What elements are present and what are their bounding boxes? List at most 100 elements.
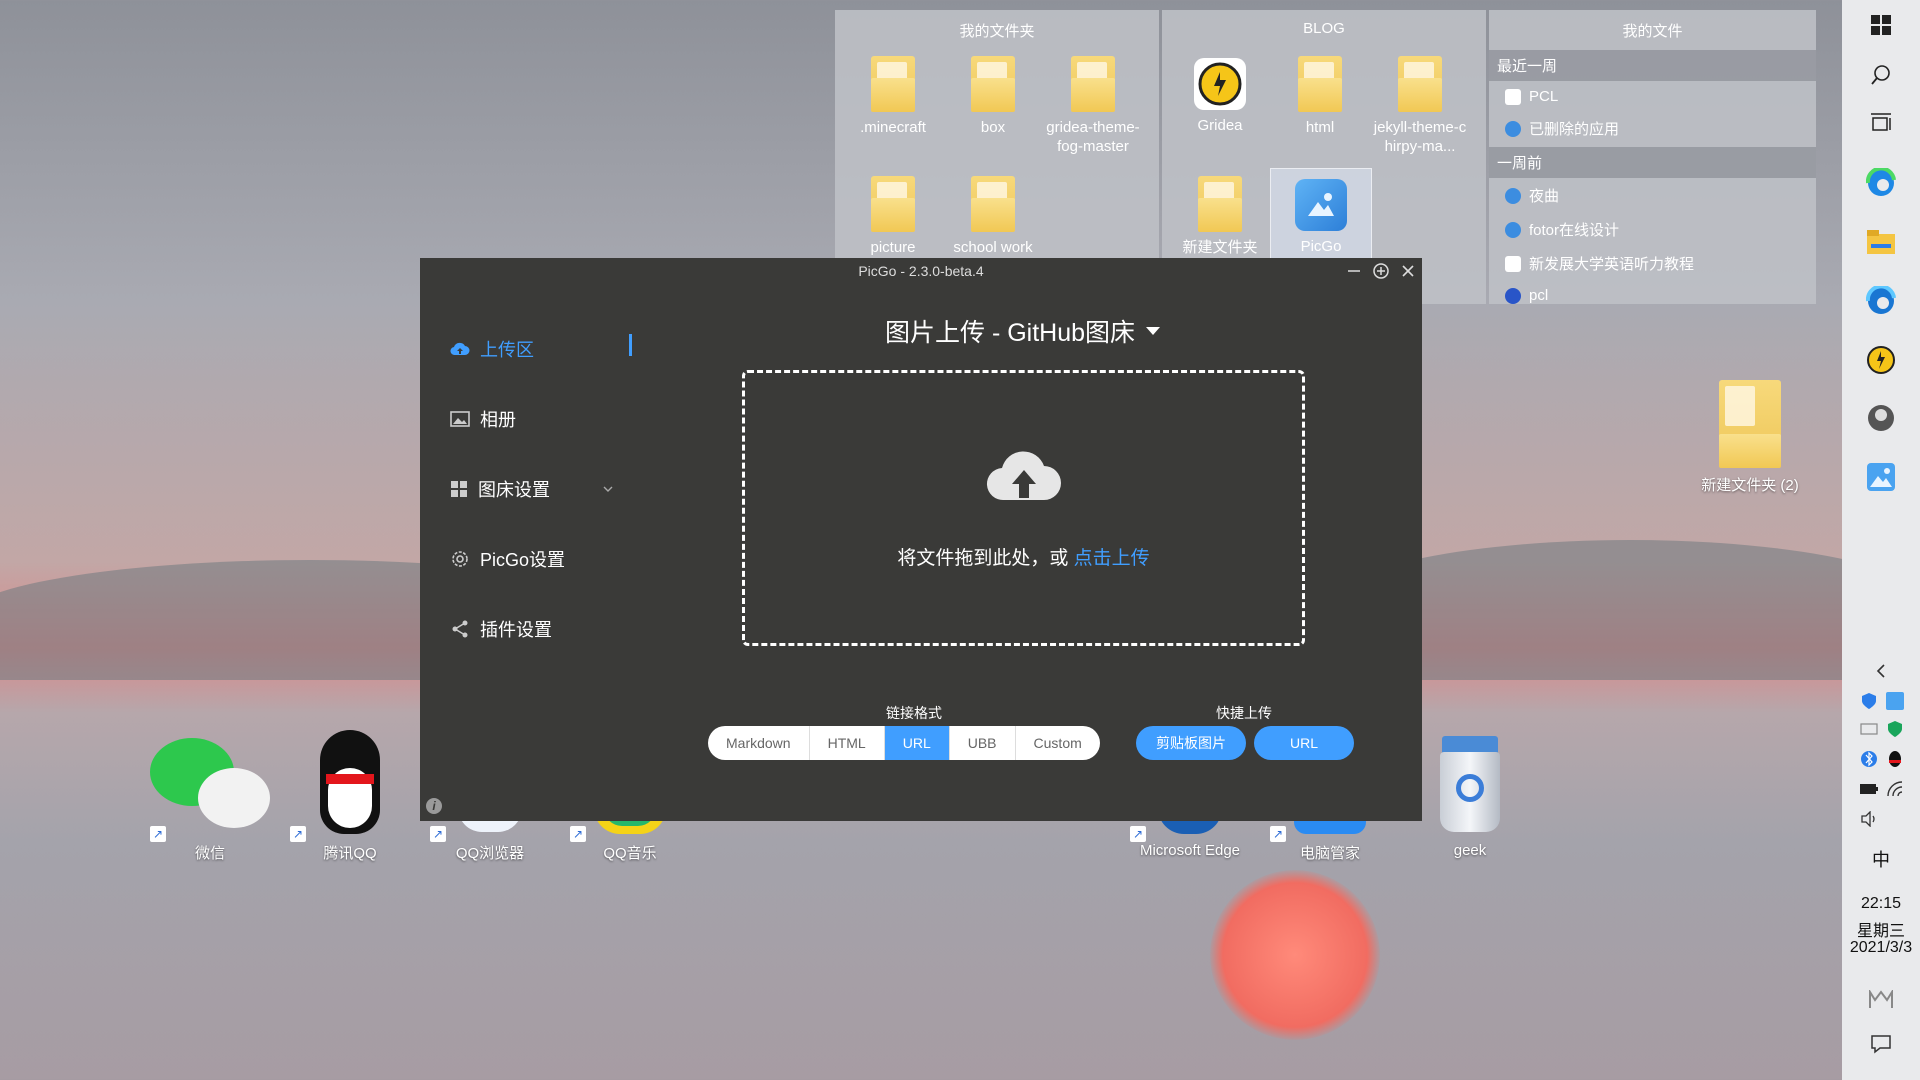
chevron-left-icon[interactable]	[1870, 660, 1892, 682]
caret-down-icon	[1146, 327, 1161, 335]
folder-icon	[1719, 380, 1781, 468]
recycle-bin-icon	[1410, 730, 1530, 834]
click-upload-link[interactable]: 点击上传	[1074, 548, 1150, 569]
group-header: 一周前	[1489, 147, 1816, 178]
folder-icon	[1071, 56, 1115, 112]
folder-icon	[1198, 176, 1242, 232]
shortcut-arrow-icon: ↗	[430, 826, 446, 842]
panel-title: 我的文件夹	[959, 23, 1035, 40]
desktop-wechat[interactable]: ↗ 微信	[150, 730, 270, 863]
file-icon	[1505, 88, 1521, 105]
quick-upload-label: 快捷上传	[1216, 705, 1272, 721]
qq-tray-icon[interactable]	[1884, 748, 1906, 770]
picgo-icon[interactable]	[1864, 460, 1898, 494]
edge-beta-icon[interactable]	[1864, 284, 1898, 318]
recent-item[interactable]: fotor在线设计	[1489, 212, 1816, 246]
clipboard-upload-button[interactable]: 剪贴板图片	[1136, 726, 1246, 760]
panel-my-files: 我的文件 最近一周 PCL 已删除的应用 一周前 夜曲 fotor在线设计 新发…	[1489, 10, 1816, 304]
panel-title: BLOG	[1303, 20, 1345, 37]
volume-icon[interactable]	[1858, 808, 1880, 830]
image-icon	[450, 411, 470, 427]
cloud-upload-icon	[450, 342, 470, 356]
folder-icon	[971, 56, 1015, 112]
grid-icon	[451, 481, 467, 497]
clock-date[interactable]: 2021/3/3	[1842, 939, 1920, 957]
close-button[interactable]	[1397, 260, 1419, 282]
drop-zone[interactable]: 将文件拖到此处，或 点击上传	[742, 370, 1305, 646]
format-custom[interactable]: Custom	[1016, 726, 1100, 760]
wechat-icon	[150, 730, 270, 834]
clock-weekday[interactable]: 星期三	[1842, 917, 1920, 941]
folder-minecraft[interactable]: .minecraft	[843, 48, 943, 168]
format-ubb[interactable]: UBB	[950, 726, 1016, 760]
bluetooth-icon[interactable]	[1858, 748, 1880, 770]
always-on-top-button[interactable]	[1370, 260, 1392, 282]
file-explorer-icon[interactable]	[1864, 225, 1898, 259]
recent-item[interactable]: pcl	[1489, 280, 1816, 310]
share-icon	[452, 620, 468, 638]
desktop-geek[interactable]: geek	[1410, 730, 1530, 859]
window-title: PicGo - 2.3.0-beta.4	[858, 263, 984, 279]
clock-time[interactable]: 22:15	[1842, 895, 1920, 913]
url-upload-button[interactable]: URL	[1254, 726, 1354, 760]
info-icon[interactable]: i	[426, 798, 442, 814]
nav-upload[interactable]: 上传区	[450, 336, 534, 362]
ime-indicator[interactable]: 中	[1842, 846, 1920, 872]
desktop-folder-new-2[interactable]: 新建文件夹 (2)	[1690, 380, 1810, 495]
gridea-icon[interactable]	[1864, 343, 1898, 377]
folder-icon	[871, 56, 915, 112]
security-icon[interactable]	[1884, 718, 1906, 740]
active-indicator	[629, 334, 632, 356]
title-bar[interactable]: PicGo - 2.3.0-beta.4	[420, 258, 1422, 284]
gridea-icon	[1194, 58, 1246, 110]
nav-picgo-settings[interactable]: PicGo设置	[450, 546, 565, 572]
taskbar: 中 22:15 星期三 2021/3/3	[1842, 0, 1920, 1080]
meet-now-icon[interactable]	[1864, 983, 1898, 1017]
battery-icon[interactable]	[1858, 778, 1880, 800]
group-header: 最近一周	[1489, 50, 1816, 81]
notification-icon[interactable]	[1864, 1027, 1898, 1061]
recent-item[interactable]: PCL	[1489, 81, 1816, 111]
document-icon	[1505, 255, 1521, 272]
recent-item[interactable]: 夜曲	[1489, 178, 1816, 212]
nav-plugin-settings[interactable]: 插件设置	[450, 616, 552, 642]
minimize-button[interactable]	[1343, 260, 1365, 282]
nav-album[interactable]: 相册	[450, 406, 516, 432]
format-html[interactable]: HTML	[810, 726, 885, 760]
recent-item[interactable]: 已删除的应用	[1489, 111, 1816, 145]
recent-item[interactable]: 新发展大学英语听力教程	[1489, 246, 1816, 280]
edge-icon	[1505, 120, 1521, 137]
shortcut-gridea[interactable]: Gridea	[1170, 48, 1270, 168]
task-view-icon[interactable]	[1864, 107, 1898, 141]
nav-picbed-settings[interactable]: 图床设置	[450, 476, 614, 502]
keyboard-icon[interactable]	[1858, 718, 1880, 740]
format-url[interactable]: URL	[884, 726, 950, 760]
picgo-icon	[1295, 179, 1347, 231]
folder-icon	[971, 176, 1015, 232]
cloud-upload-icon	[986, 451, 1061, 501]
upload-heading[interactable]: 图片上传 - GitHub图床	[885, 313, 1161, 349]
panel-title: 我的文件	[1622, 23, 1683, 40]
link-format-label: 链接格式	[886, 705, 942, 721]
avatar-app-icon[interactable]	[1864, 401, 1898, 435]
gear-icon	[452, 551, 468, 567]
edge-icon	[1505, 187, 1521, 204]
chevron-down-icon	[603, 486, 613, 492]
desktop-qq[interactable]: ↗ 腾讯QQ	[290, 730, 410, 863]
picgo-tray-icon[interactable]	[1884, 690, 1906, 712]
format-markdown[interactable]: Markdown	[708, 726, 810, 760]
shortcut-arrow-icon: ↗	[1270, 826, 1286, 842]
wifi-icon[interactable]	[1884, 778, 1906, 800]
windows-start-icon[interactable]	[1864, 8, 1898, 42]
folder-jekyll-theme[interactable]: jekyll-theme-chirpy-ma...	[1370, 48, 1470, 168]
edge-icon[interactable]	[1864, 166, 1898, 200]
drop-instructions: 将文件拖到此处，或 点击上传	[897, 548, 1150, 569]
link-format-group: Markdown HTML URL UBB Custom	[708, 726, 1100, 760]
pcl-icon	[1505, 287, 1521, 304]
folder-html[interactable]: html	[1270, 48, 1370, 168]
folder-box[interactable]: box	[943, 48, 1043, 168]
search-icon[interactable]	[1864, 58, 1898, 92]
folder-gridea-theme[interactable]: gridea-theme-fog-master	[1043, 48, 1143, 168]
shield-icon[interactable]	[1858, 690, 1880, 712]
shortcut-arrow-icon: ↗	[290, 826, 306, 842]
